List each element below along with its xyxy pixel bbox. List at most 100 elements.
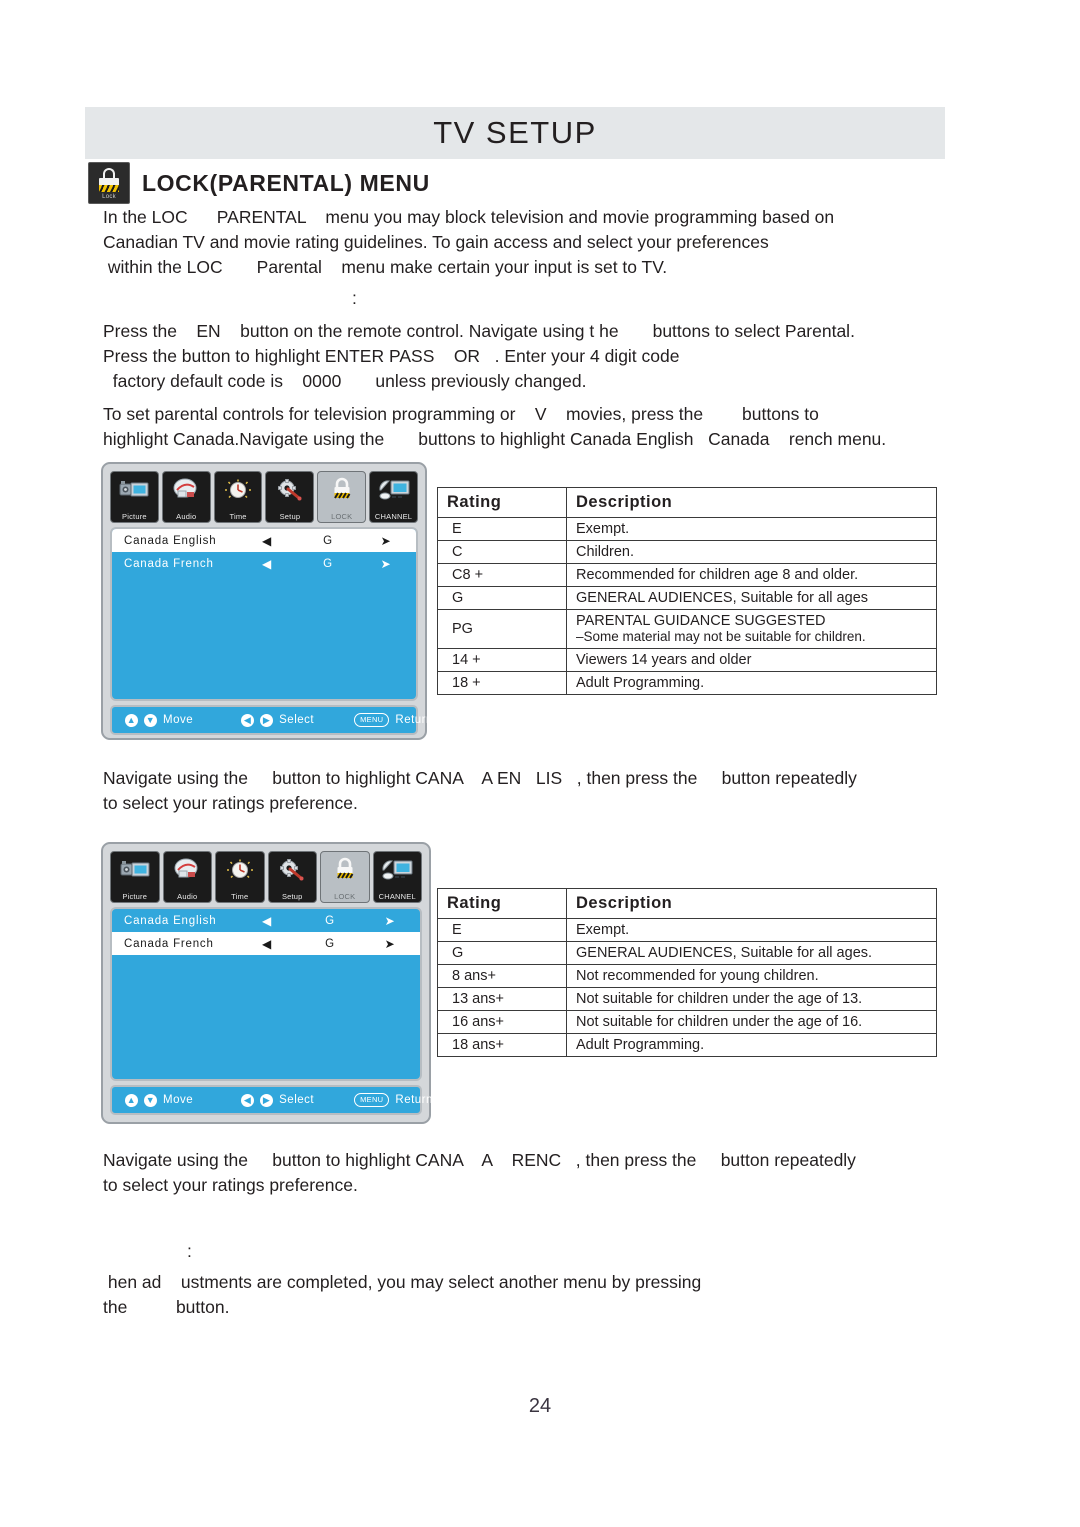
intro-paragraph: In the LOC PARENTAL menu you may block t… (103, 207, 835, 277)
osd-row-label: Canada English (124, 534, 217, 547)
osd-tab-setup-label: Setup (281, 892, 303, 901)
table-row: PG PARENTAL GUIDANCE SUGGESTED –Some mat… (437, 609, 937, 649)
colon-mark-2: : (187, 1241, 192, 1261)
cell-description: Adult Programming. (566, 671, 937, 695)
page-title-bar: TV SETUP (85, 107, 945, 159)
osd-tab-lock[interactable]: LOCK (320, 851, 370, 903)
right-arrow-icon[interactable]: ➤ (366, 534, 406, 548)
section-title: LOCK(PARENTAL) MENU (142, 169, 430, 196)
rating-table-french: Rating Description E Exempt. G GENERAL A… (437, 888, 937, 1057)
cell-description: Not suitable for children under the age … (566, 987, 937, 1011)
cell-description: Exempt. (566, 517, 937, 541)
nav-french-paragraph: Navigate using the button to highlight C… (103, 1150, 856, 1195)
audio-dish-icon (163, 475, 210, 505)
osd-tab-time-label: Time (231, 892, 249, 901)
cell-rating: 14 + (437, 648, 567, 672)
section-header: Lock LOCK(PARENTAL) MENU (88, 162, 430, 204)
cell-rating: 16 ans+ (437, 1010, 567, 1034)
table-row: 14 + Viewers 14 years and older (437, 648, 937, 672)
osd-row-canada-french[interactable]: Canada French ◀ G ➤ (112, 932, 420, 955)
padlock-icon (321, 855, 369, 885)
osd-row-label: Canada French (124, 937, 214, 950)
cell-rating: 18 + (437, 671, 567, 695)
satellite-monitor-icon (370, 475, 417, 505)
hint-return: MENU Return (354, 1093, 433, 1107)
cell-description-line1: PARENTAL GUIDANCE SUGGESTED (576, 613, 826, 629)
cell-rating: E (437, 918, 567, 942)
table-row: C Children. (437, 540, 937, 564)
audio-dish-icon (164, 855, 212, 885)
cell-description: Recommended for children age 8 and older… (566, 563, 937, 587)
osd-tab-setup-label: Setup (279, 512, 301, 521)
osd-row-label: Canada French (124, 557, 214, 570)
hint-move: ▲ ▼ Move (125, 1093, 193, 1107)
cell-description: Adult Programming. (566, 1033, 937, 1057)
hint-select: ◀ ▶ Select (241, 1093, 314, 1107)
cell-description: PARENTAL GUIDANCE SUGGESTED –Some materi… (566, 609, 937, 649)
osd-tab-audio[interactable]: Audio (161, 471, 211, 523)
osd-tab-picture-label: Picture (122, 892, 148, 901)
up-arrow-icon: ▲ (125, 713, 138, 727)
osd-tab-lock[interactable]: LOCK (317, 471, 367, 523)
osd-list-french: Canada English ◀ G ➤ Canada French ◀ G ➤ (110, 907, 422, 1081)
table-header-row: Rating Description (437, 888, 937, 919)
column-header-description: Description (566, 888, 937, 919)
cell-rating: C (437, 540, 567, 564)
camera-monitor-icon (111, 475, 158, 505)
cell-description: Not suitable for children under the age … (566, 1010, 937, 1034)
nav-english-paragraph: Navigate using the button to highlight C… (103, 768, 857, 813)
down-arrow-icon: ▼ (144, 713, 157, 727)
left-arrow-icon[interactable]: ◀ (244, 937, 290, 951)
cell-rating: C8 + (437, 563, 567, 587)
clock-icon (216, 855, 264, 885)
right-arrow-icon[interactable]: ➤ (370, 937, 410, 951)
osd-tab-time[interactable]: Time (215, 851, 265, 903)
osd-tab-audio[interactable]: Audio (162, 851, 212, 903)
osd-tab-setup[interactable]: Setup (265, 471, 315, 523)
table-row: E Exempt. (437, 918, 937, 942)
osd-row-canada-french[interactable]: Canada French ◀ G ➤ (112, 552, 416, 575)
osd-tab-channel-label: CHANNEL (378, 892, 416, 901)
left-arrow-icon[interactable]: ◀ (244, 557, 290, 571)
cell-rating: G (437, 586, 567, 610)
left-arrow-icon[interactable]: ◀ (244, 914, 290, 928)
hint-move: ▲ ▼ Move (125, 713, 193, 727)
cell-rating: E (437, 517, 567, 541)
osd-panel-french: Picture Audio Time Setup LOCK CHANNEL Ca… (101, 842, 433, 1124)
osd-tab-channel[interactable]: CHANNEL (372, 851, 422, 903)
osd-tab-audio-label: Audio (177, 892, 198, 901)
hint-select: ◀ ▶ Select (241, 713, 315, 727)
right-arrow-icon[interactable]: ➤ (370, 914, 410, 928)
osd-row-canada-english[interactable]: Canada English ◀ G ➤ (112, 529, 416, 552)
hint-return-label: Return (395, 714, 433, 726)
osd-tab-picture[interactable]: Picture (110, 851, 160, 903)
osd-tab-time[interactable]: Time (213, 471, 263, 523)
osd-icon-bar: Picture Audio Time Setup LOCK CHANNEL (110, 851, 422, 903)
hint-return: MENU Return (354, 713, 433, 727)
column-header-rating: Rating (437, 888, 567, 919)
osd-tab-time-label: Time (229, 512, 247, 521)
table-row: G GENERAL AUDIENCES, Suitable for all ag… (437, 586, 937, 610)
hint-return-label: Return (395, 1094, 433, 1106)
lock-icon: Lock (88, 162, 130, 204)
closing-paragraph: hen ad ustments are completed, you may s… (103, 1272, 702, 1317)
osd-tab-channel[interactable]: CHANNEL (369, 471, 418, 523)
hint-select-label: Select (279, 714, 315, 726)
osd-tab-picture[interactable]: Picture (110, 471, 159, 523)
right-arrow-icon[interactable]: ➤ (366, 557, 406, 571)
osd-tab-picture-label: Picture (122, 512, 147, 521)
osd-tab-setup[interactable]: Setup (267, 851, 317, 903)
cell-description: Viewers 14 years and older (566, 648, 937, 672)
osd-tab-channel-label: CHANNEL (374, 512, 413, 521)
left-arrow-icon[interactable]: ◀ (244, 534, 290, 548)
osd-row-label: Canada English (124, 914, 217, 927)
camera-monitor-icon (111, 855, 159, 885)
osd-footer-hints: ▲ ▼ Move ◀ ▶ Select MENU Return (110, 705, 432, 735)
osd-icon-bar: Picture Audio Time Setup LOCK CHANNEL (110, 471, 418, 523)
column-header-rating: Rating (437, 487, 567, 518)
cell-description: Exempt. (566, 918, 937, 942)
gear-wand-icon (266, 475, 313, 505)
rating-table-english: Rating Description E Exempt. C Children.… (437, 487, 937, 695)
table-header-row: Rating Description (437, 487, 937, 518)
osd-row-canada-english[interactable]: Canada English ◀ G ➤ (112, 909, 420, 932)
